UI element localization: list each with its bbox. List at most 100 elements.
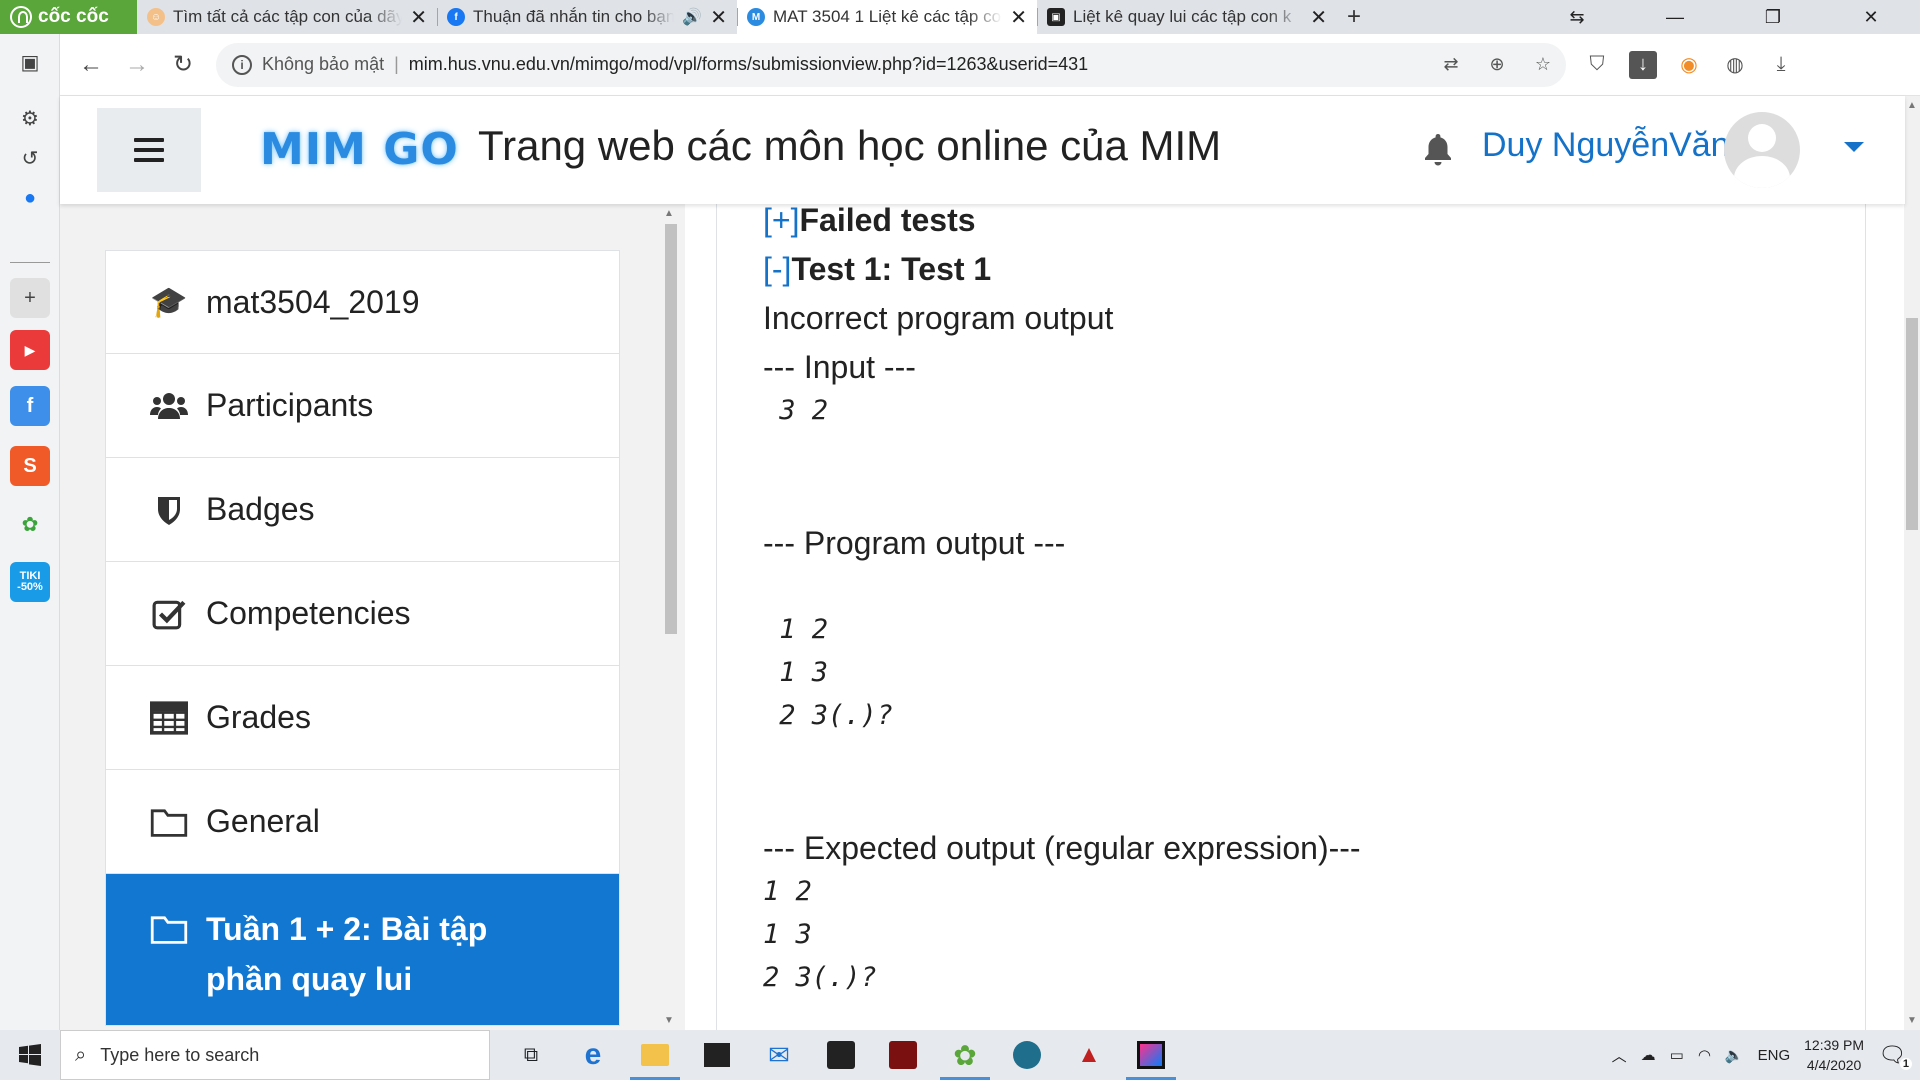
system-tray: ︿ ☁ ▭ ◠ 🔈 ENG 12:39 PM 4/4/2020 🗨 1: [1612, 1035, 1920, 1075]
download-icon[interactable]: ↓: [1629, 50, 1657, 79]
taskbar-search[interactable]: ⌕ Type here to search: [60, 1030, 490, 1080]
scroll-down-icon[interactable]: ▼: [1907, 1015, 1917, 1026]
wifi-icon[interactable]: ◠: [1698, 1046, 1711, 1064]
extension-icon[interactable]: ◉: [1666, 51, 1712, 79]
info-icon[interactable]: i: [232, 54, 252, 75]
edge-icon[interactable]: e: [562, 1030, 624, 1080]
scrollbar-thumb[interactable]: [665, 224, 677, 634]
tiki-icon[interactable]: TIKI -50%: [10, 562, 50, 602]
volume-icon[interactable]: 🔈: [1725, 1046, 1744, 1064]
clock[interactable]: 12:39 PM 4/4/2020: [1804, 1035, 1864, 1075]
sidebar-toggle-icon[interactable]: ▣: [10, 42, 50, 82]
task-view-icon[interactable]: ⧉: [500, 1030, 562, 1080]
settings-icon[interactable]: ⚙: [10, 98, 50, 138]
shield-icon[interactable]: ⛉: [1574, 51, 1620, 79]
battery-icon[interactable]: ▭: [1670, 1046, 1684, 1064]
drawer-item-label: Tuần 1 + 2: Bài tập phần quay lui: [206, 911, 488, 997]
forward-icon[interactable]: →: [114, 51, 160, 79]
search-placeholder: Type here to search: [100, 1044, 260, 1065]
reload-icon[interactable]: ↻: [160, 50, 206, 79]
tab-title: Tìm tất cả các tập con của dãy: [173, 7, 403, 26]
downloads-icon[interactable]: ⤓: [1758, 51, 1804, 79]
new-tab-button[interactable]: +: [1337, 0, 1371, 34]
drawer-item-general[interactable]: General: [105, 770, 620, 874]
app-icon[interactable]: ▲: [1058, 1030, 1120, 1080]
mim-icon: M: [747, 8, 765, 26]
close-icon[interactable]: ✕: [710, 5, 727, 30]
drawer-item-course[interactable]: 🎓 mat3504_2019: [105, 250, 620, 354]
start-button[interactable]: [0, 1030, 60, 1080]
add-app-icon[interactable]: +: [10, 278, 50, 318]
notification-center-icon[interactable]: 🗨 1: [1878, 1042, 1912, 1070]
close-window-button[interactable]: ✕: [1822, 0, 1920, 34]
youtube-icon[interactable]: ▶: [10, 330, 50, 370]
windows-taskbar: ⌕ Type here to search ⧉ e ✉ ✿ ▲ ︿ ☁ ▭ ◠ …: [0, 1030, 1920, 1080]
scrollbar-thumb[interactable]: [1906, 318, 1918, 530]
restore-tabs-icon[interactable]: ⇆: [1528, 0, 1626, 34]
maximize-button[interactable]: ❐: [1724, 0, 1822, 34]
drawer-item-badges[interactable]: Badges: [105, 458, 620, 562]
tab-2[interactable]: f Thuận đã nhắn tin cho bạn 🔊 ✕: [437, 0, 737, 34]
league-icon[interactable]: [996, 1030, 1058, 1080]
speaker-icon[interactable]: 🔊: [682, 7, 702, 27]
chevron-up-icon[interactable]: ︿: [1612, 1045, 1627, 1066]
notification-bell-icon[interactable]: [1422, 132, 1454, 166]
tab-3[interactable]: M MAT 3504 1 Liệt kê các tập con ✕: [737, 0, 1037, 34]
messenger-icon[interactable]: ●: [10, 178, 50, 218]
close-icon[interactable]: ✕: [410, 5, 427, 30]
tab-1[interactable]: ☺ Tìm tất cả các tập con của dãy ✕: [137, 0, 437, 34]
hamburger-menu-button[interactable]: [97, 108, 201, 192]
user-name[interactable]: Duy NguyễnVăn: [1482, 126, 1730, 165]
store-icon[interactable]: [686, 1030, 748, 1080]
scroll-up-icon[interactable]: ▲: [664, 208, 674, 219]
drawer-item-grades[interactable]: Grades: [105, 666, 620, 770]
drawer-item-label: Grades: [206, 699, 311, 735]
drawer-scrollbar[interactable]: ▲ ▼: [662, 204, 678, 1030]
garena-icon[interactable]: [810, 1030, 872, 1080]
star-icon[interactable]: ☆: [1520, 54, 1566, 75]
scroll-up-icon[interactable]: ▲: [1907, 100, 1917, 111]
close-icon[interactable]: ✕: [1310, 5, 1327, 30]
test-1-toggle[interactable]: [-]: [763, 251, 791, 287]
program-output-heading: --- Program output ---: [763, 525, 1066, 561]
game-icon[interactable]: [872, 1030, 934, 1080]
scroll-down-icon[interactable]: ▼: [664, 1015, 674, 1026]
url-text[interactable]: mim.hus.vnu.edu.vn/mimgo/mod/vpl/forms/s…: [409, 54, 1088, 75]
windows-logo-icon: [19, 1044, 41, 1066]
minimize-button[interactable]: —: [1626, 0, 1724, 34]
coccoc-menu-button[interactable]: cốc cốc: [0, 0, 137, 34]
drawer-item-participants[interactable]: Participants: [105, 354, 620, 458]
user-menu-caret-icon[interactable]: [1844, 142, 1864, 152]
coccoc-taskbar-icon[interactable]: ✿: [934, 1030, 996, 1080]
history-icon[interactable]: ↺: [10, 138, 50, 178]
close-icon[interactable]: ✕: [1010, 5, 1027, 30]
site-logo[interactable]: MIM GO: [260, 124, 459, 175]
coccoc-app-icon[interactable]: ✿: [10, 504, 50, 544]
date: 4/4/2020: [1806, 1057, 1862, 1073]
drawer-item-label: General: [206, 803, 320, 839]
coccoc-logo-icon: [10, 6, 32, 28]
tiki-badge: TIKI -50%: [17, 570, 43, 593]
page-scrollbar[interactable]: ▲ ▼: [1904, 96, 1920, 1030]
site-title[interactable]: Trang web các môn học online của MIM: [478, 122, 1221, 170]
site-icon: ▣: [1047, 8, 1065, 26]
mail-icon[interactable]: ✉: [748, 1030, 810, 1080]
zoom-icon[interactable]: ⊕: [1474, 54, 1520, 75]
translate-icon[interactable]: ⇄: [1428, 54, 1474, 75]
language-indicator[interactable]: ENG: [1758, 1047, 1791, 1064]
drawer-item-week-1-2[interactable]: Tuần 1 + 2: Bài tập phần quay lui: [105, 874, 620, 1026]
failed-tests-label: Failed tests: [799, 204, 976, 238]
facebook-icon[interactable]: f: [10, 386, 50, 426]
failed-tests-toggle[interactable]: [+]: [763, 204, 799, 238]
file-explorer-icon[interactable]: [624, 1030, 686, 1080]
intellij-icon[interactable]: [1120, 1030, 1182, 1080]
avatar[interactable]: [1724, 112, 1800, 188]
drawer-item-competencies[interactable]: Competencies: [105, 562, 620, 666]
search-icon: ⌕: [75, 1043, 87, 1066]
onedrive-icon[interactable]: ☁: [1641, 1046, 1656, 1064]
account-icon[interactable]: ◍: [1712, 51, 1758, 79]
back-icon[interactable]: ←: [68, 51, 114, 79]
tab-4[interactable]: ▣ Liệt kê quay lui các tập con k ✕: [1037, 0, 1337, 34]
address-bar[interactable]: i Không bảo mật | mim.hus.vnu.edu.vn/mim…: [216, 42, 1566, 87]
shopee-icon[interactable]: S: [10, 446, 50, 486]
